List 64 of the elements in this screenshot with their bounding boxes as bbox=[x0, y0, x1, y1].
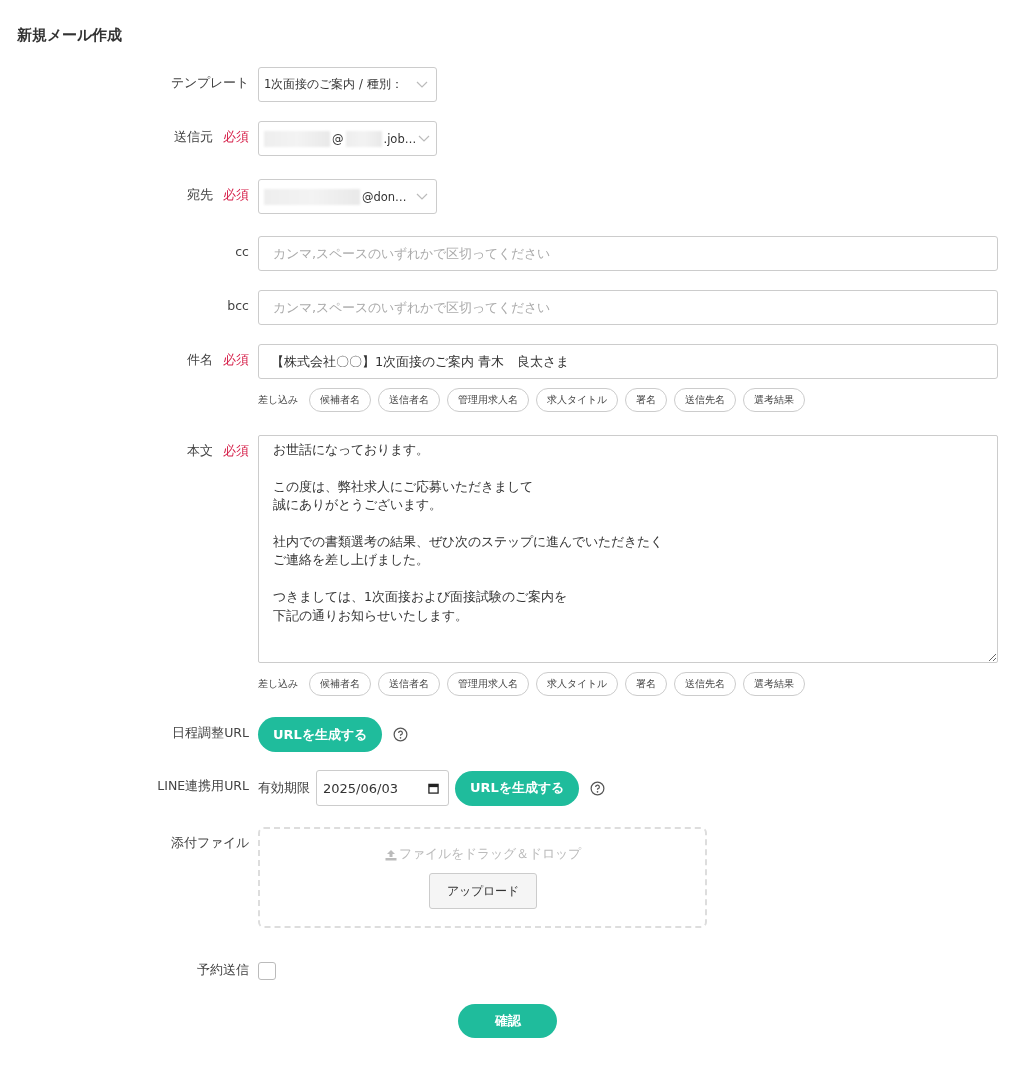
field-label: 本文 bbox=[187, 443, 213, 460]
file-drop-zone[interactable]: ファイルをドラッグ＆ドロップ アップロード bbox=[258, 827, 707, 928]
upload-button[interactable]: アップロード bbox=[428, 873, 537, 909]
date-field[interactable]: 2025/06/03 bbox=[316, 770, 449, 806]
insert-chip[interactable]: 署名 bbox=[625, 388, 667, 412]
select-value: 1次面接のご案内 / 種別： bbox=[264, 77, 404, 92]
body-line: お世話になっております。 bbox=[273, 441, 429, 459]
insert-chip[interactable]: 署名 bbox=[625, 672, 667, 696]
field-label: LINE連携用URL bbox=[157, 778, 249, 795]
body-line: 誠にありがとうございます。 bbox=[273, 496, 442, 515]
field-label: cc bbox=[235, 244, 249, 259]
page-title: 新規メール作成 bbox=[17, 26, 123, 45]
insert-chip[interactable]: 求人タイトル bbox=[536, 388, 618, 412]
insert-label: 差し込み bbox=[258, 677, 298, 691]
insert-chip[interactable]: 管理用求人名 bbox=[447, 672, 529, 696]
upload-icon bbox=[384, 848, 397, 861]
chevron-icon bbox=[416, 192, 428, 201]
field-label: 送信元 bbox=[174, 129, 213, 146]
body-line: この度は、弊社求人にご応募いただきまして bbox=[273, 477, 533, 496]
field-label: bcc bbox=[227, 298, 249, 313]
field-label: テンプレート bbox=[171, 75, 249, 92]
insert-chip[interactable]: 送信者名 bbox=[378, 388, 440, 412]
field-label: 添付ファイル bbox=[171, 835, 249, 852]
body-field[interactable]: お世話になっております。 この度は、弊社求人にご応募いただきまして 誠にありがとうございます。 社内での書類選考の結果、ぜひ次のステップに進んでいただきたく ご連絡を差し上げました。 つきましては、1次面接および面接試験のご案内を 下記の通りお知らせいたします。 bbox=[258, 435, 998, 663]
help-icon[interactable] bbox=[589, 780, 605, 796]
email-select[interactable]: @ .job… bbox=[258, 121, 437, 156]
insert-chip[interactable]: 送信先名 bbox=[674, 388, 736, 412]
body-line: 社内での書類選考の結果、ぜひ次のステップに進んでいただきたく bbox=[273, 533, 663, 551]
body-line: 下記の通りお知らせいたします。 bbox=[273, 606, 468, 625]
chevron-icon bbox=[416, 80, 428, 89]
subject-field[interactable]: 【株式会社〇〇】1次面接のご案内 青木 良太さま bbox=[258, 344, 998, 379]
insert-chip[interactable]: 候補者名 bbox=[309, 672, 371, 696]
insert-chip[interactable]: 求人タイトル bbox=[536, 672, 618, 696]
drop-hint: ファイルをドラッグ＆ドロップ bbox=[398, 846, 581, 863]
body-line: つきましては、1次面接および面接試験のご案内を bbox=[273, 588, 567, 607]
field-label: 予約送信 bbox=[197, 962, 249, 979]
bcc-field[interactable]: カンマ,スペースのいずれかで区切ってください bbox=[258, 290, 998, 325]
help-icon[interactable] bbox=[392, 727, 408, 742]
chevron-icon bbox=[418, 134, 431, 143]
required-label: 必須 bbox=[223, 129, 249, 146]
insert-chip[interactable]: 選考結果 bbox=[743, 388, 805, 412]
required-label: 必須 bbox=[223, 443, 249, 460]
cc-field[interactable]: カンマ,スペースのいずれかで区切ってください bbox=[258, 236, 998, 271]
required-label: 必須 bbox=[223, 352, 249, 369]
email-text: .job… bbox=[383, 131, 417, 146]
field-label: 宛先 bbox=[187, 187, 213, 204]
insert-chip[interactable]: 送信者名 bbox=[378, 672, 440, 696]
scheduled-send-checkbox[interactable] bbox=[258, 962, 276, 980]
expiry-label: 有効期限 bbox=[258, 779, 310, 797]
email-text: @ bbox=[332, 131, 344, 146]
email-select[interactable]: @don… bbox=[258, 179, 437, 214]
insert-label: 差し込み bbox=[258, 393, 298, 407]
body-line: ご連絡を差し上げました。 bbox=[273, 551, 429, 570]
template-select[interactable]: 1次面接のご案内 / 種別： bbox=[258, 67, 437, 102]
field-label: 日程調整URL bbox=[172, 725, 249, 742]
field-label: 件名 bbox=[187, 352, 213, 369]
date-value: 2025/06/03 bbox=[323, 780, 398, 796]
calendar-icon[interactable] bbox=[428, 782, 439, 794]
insert-chip[interactable]: 候補者名 bbox=[309, 388, 371, 412]
insert-chip[interactable]: 選考結果 bbox=[743, 672, 805, 696]
insert-chip[interactable]: 送信先名 bbox=[674, 672, 736, 696]
email-text: @don… bbox=[362, 189, 407, 204]
insert-chip[interactable]: 管理用求人名 bbox=[447, 388, 529, 412]
required-label: 必須 bbox=[223, 187, 249, 204]
